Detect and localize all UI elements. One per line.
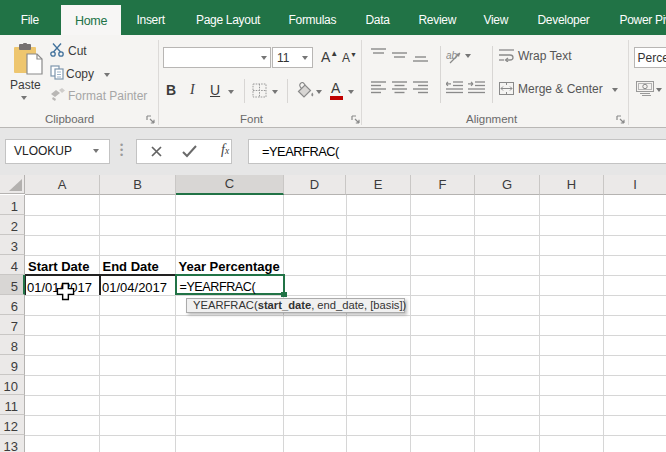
svg-text:ab: ab — [446, 50, 458, 61]
